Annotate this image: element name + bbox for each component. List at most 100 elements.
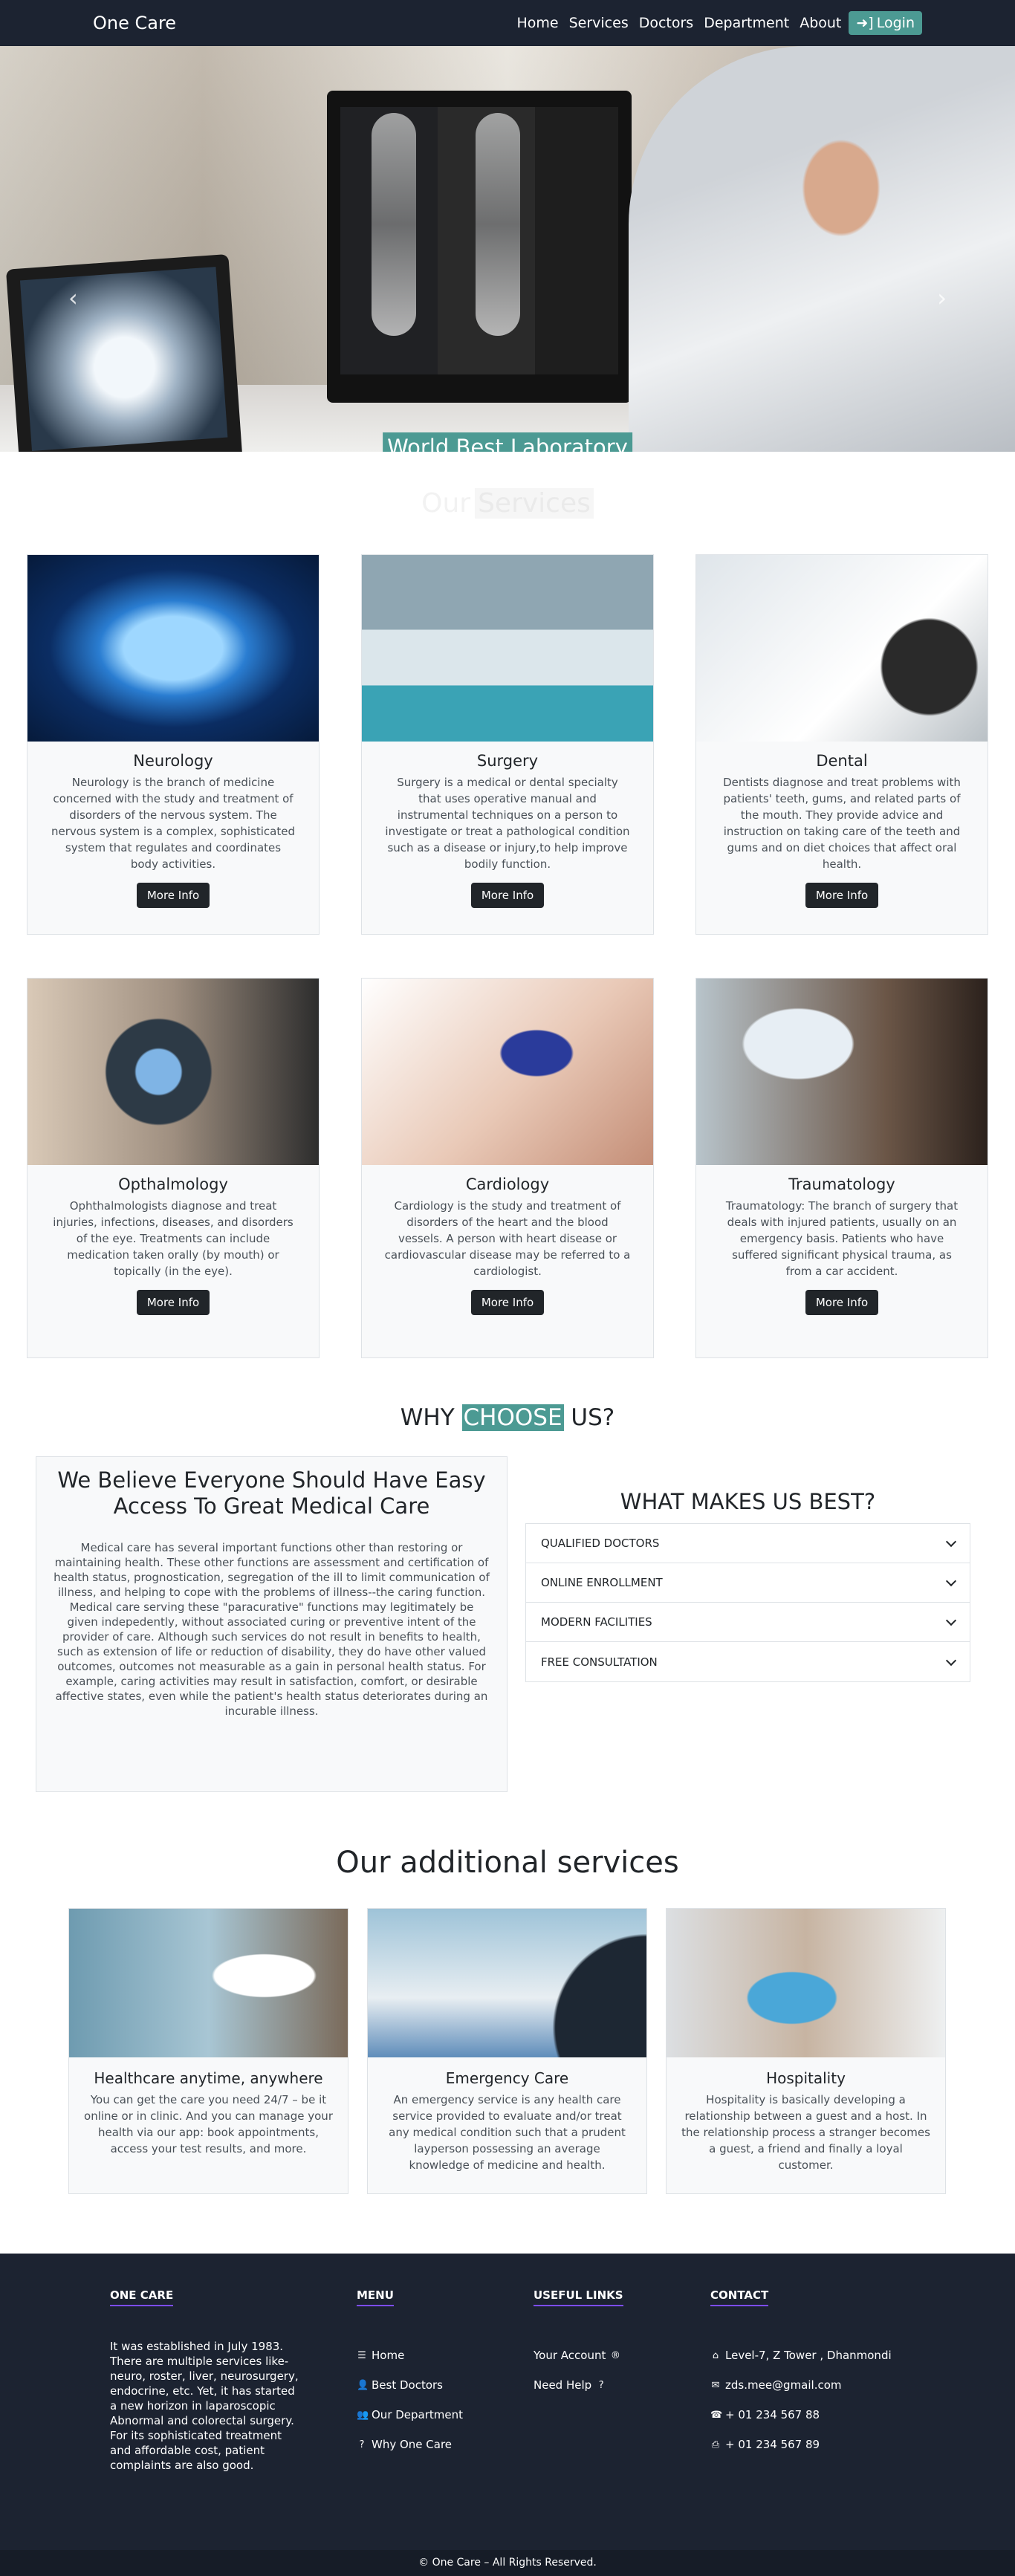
footer-link-label: Best Doctors [372, 2378, 443, 2392]
more-info-button[interactable]: More Info [470, 883, 545, 908]
accordion-label: ONLINE ENROLLMENT [541, 1576, 663, 1589]
surgery-image [362, 555, 653, 742]
nav-doctors[interactable]: Doctors [639, 15, 694, 31]
contact-text: + 01 234 567 88 [725, 2408, 820, 2421]
footer-contact-email[interactable]: ✉ zds.mee@gmail.com [710, 2370, 933, 2400]
services-section: Our Services Neurology Neurology is the … [0, 452, 1015, 1358]
contact-text: Level-7, Z Tower , Dhanmondi [725, 2349, 892, 2362]
additional-card-hospitality: Hospitality Hospitality is basically dev… [666, 1908, 946, 2194]
accordion-item-modern-facilities[interactable]: MODERN FACILITIES [526, 1603, 970, 1642]
carousel-prev-icon[interactable]: ‹ [68, 284, 78, 312]
card-text: Surgery is a medical or dental specialty… [385, 776, 630, 871]
carousel-next-icon[interactable]: › [937, 284, 947, 312]
card-text: Dentists diagnose and treat problems wit… [723, 776, 961, 871]
more-info-button[interactable]: More Info [136, 883, 210, 908]
best-title: WHAT MAKES US BEST? [620, 1489, 876, 1514]
additional-services-section: Our additional services Healthcare anyti… [0, 1846, 1015, 2194]
footer-link-label: Need Help [534, 2378, 592, 2392]
card-text: Ophthalmologists diagnose and treat inju… [53, 1199, 294, 1278]
best-column: WHAT MAKES US BEST? QUALIFIED DOCTORS ON… [516, 1456, 979, 1792]
copyright: © One Care – All Rights Reserved. [0, 2550, 1015, 2576]
accordion-label: QUALIFIED DOCTORS [541, 1537, 660, 1550]
contact-text: zds.mee@gmail.com [725, 2378, 842, 2392]
footer-link-label: Our Department [372, 2408, 464, 2421]
footer-useful-title: USEFUL LINKS [534, 2288, 623, 2306]
service-card-surgery: Surgery Surgery is a medical or dental s… [361, 554, 654, 935]
additional-card-emergency: Emergency Care An emergency service is a… [367, 1908, 647, 2194]
accordion: QUALIFIED DOCTORS ONLINE ENROLLMENT MODE… [525, 1523, 970, 1682]
nav-home[interactable]: Home [516, 15, 558, 31]
believe-box: We Believe Everyone Should Have Easy Acc… [36, 1456, 507, 1792]
chevron-down-icon [945, 1575, 957, 1587]
envelope-icon: ✉ [711, 2379, 720, 2391]
home-icon: ⌂ [712, 2349, 719, 2361]
additional-card-text: An emergency service is any health care … [389, 2093, 626, 2172]
footer-contact: CONTACT ⌂ Level-7, Z Tower , Dhanmondi ✉ z… [710, 2288, 933, 2473]
footer-link-why-one-care[interactable]: ? Why One Care [357, 2430, 534, 2459]
footer-menu: MENU ☰ Home 👤 Best Doctors 👥 Our Department… [357, 2288, 534, 2473]
why-row: We Believe Everyone Should Have Easy Acc… [0, 1456, 1015, 1792]
more-info-button[interactable]: More Info [470, 1290, 545, 1315]
print-icon: ⎙ [711, 2439, 720, 2450]
footer-about-title: ONE CARE [110, 2288, 174, 2306]
more-info-button[interactable]: More Info [805, 883, 879, 908]
contact-text: + 01 234 567 89 [725, 2438, 820, 2451]
card-text: Cardiology is the study and treatment of… [384, 1199, 631, 1278]
footer-about: ONE CARE It was established in July 1983… [110, 2288, 357, 2473]
footer-contact-phone[interactable]: ☎ + 01 234 567 88 [710, 2400, 933, 2430]
card-title: Traumatology [788, 1175, 895, 1193]
additional-card-title: Hospitality [766, 2069, 846, 2087]
card-title: Cardiology [465, 1175, 550, 1193]
footer-link-best-doctors[interactable]: 👤 Best Doctors [357, 2370, 534, 2400]
footer-menu-list: ☰ Home 👤 Best Doctors 👥 Our Department ? Why… [357, 2340, 534, 2459]
accordion-item-qualified-doctors[interactable]: QUALIFIED DOCTORS [526, 1524, 970, 1563]
footer-contact-address: ⌂ Level-7, Z Tower , Dhanmondi [710, 2340, 933, 2370]
opthalmology-image [27, 979, 319, 1165]
nav-about[interactable]: About [800, 15, 841, 31]
footer-contact-list: ⌂ Level-7, Z Tower , Dhanmondi ✉ zds.mee@g… [710, 2340, 933, 2459]
more-info-button[interactable]: More Info [805, 1290, 879, 1315]
card-title: Opthalmology [118, 1175, 228, 1193]
hero-caption: World Best Laboratory [383, 432, 632, 452]
service-card-opthalmology: Opthalmology Ophthalmologists diagnose a… [27, 978, 320, 1358]
footer-link-our-department[interactable]: 👥 Our Department [357, 2400, 534, 2430]
additional-card-text: You can get the care you need 24/7 – be … [84, 2093, 333, 2155]
accordion-item-online-enrollment[interactable]: ONLINE ENROLLMENT [526, 1563, 970, 1603]
footer-link-your-account[interactable]: Your Account ® [534, 2340, 710, 2370]
service-card-neurology: Neurology Neurology is the branch of med… [27, 554, 320, 935]
login-button[interactable]: ➜] Login [849, 11, 922, 35]
chevron-down-icon [945, 1536, 957, 1548]
accordion-label: FREE CONSULTATION [541, 1655, 658, 1669]
why-heading-highlight: CHOOSE [461, 1404, 564, 1431]
footer-contact-title: CONTACT [710, 2288, 769, 2306]
services-heading-highlight: Services [475, 487, 594, 519]
nav-services[interactable]: Services [569, 15, 629, 31]
footer-contact-fax: ⎙ + 01 234 567 89 [710, 2430, 933, 2459]
footer-link-label: Why One Care [372, 2438, 453, 2451]
nav-department[interactable]: Department [704, 15, 789, 31]
navbar: One Care Home Services Doctors Departmen… [0, 0, 1015, 46]
additional-card-text: Hospitality is basically developing a re… [681, 2093, 930, 2172]
card-text: Traumatology: The branch of surgery that… [725, 1199, 959, 1278]
card-text: Neurology is the branch of medicine conc… [51, 776, 295, 871]
footer-menu-title: MENU [357, 2288, 394, 2306]
question-icon: ? [598, 2379, 604, 2391]
footer-useful-list: Your Account ® Need Help? [534, 2340, 710, 2400]
footer-link-need-help[interactable]: Need Help? [534, 2370, 710, 2400]
list-icon: ☰ [357, 2349, 366, 2361]
why-heading-before: WHY [400, 1404, 455, 1431]
footer-link-home[interactable]: ☰ Home [357, 2340, 534, 2370]
more-info-button[interactable]: More Info [136, 1290, 210, 1315]
hero-monitor-left [5, 253, 244, 452]
brand-logo[interactable]: One Care [93, 13, 176, 33]
sign-in-icon: ➜] [856, 15, 874, 31]
additional-card-title: Emergency Care [445, 2069, 569, 2087]
footer-link-label: Your Account [534, 2349, 606, 2362]
hero-monitor-right [327, 91, 632, 403]
accordion-item-free-consultation[interactable]: FREE CONSULTATION [526, 1642, 970, 1681]
healthcare-image [69, 1909, 348, 2057]
believe-title: We Believe Everyone Should Have Easy Acc… [57, 1467, 486, 1519]
neurology-image [27, 555, 319, 742]
footer: ONE CARE It was established in July 1983… [0, 2254, 1015, 2576]
service-card-dental: Dental Dentists diagnose and treat probl… [695, 554, 988, 935]
